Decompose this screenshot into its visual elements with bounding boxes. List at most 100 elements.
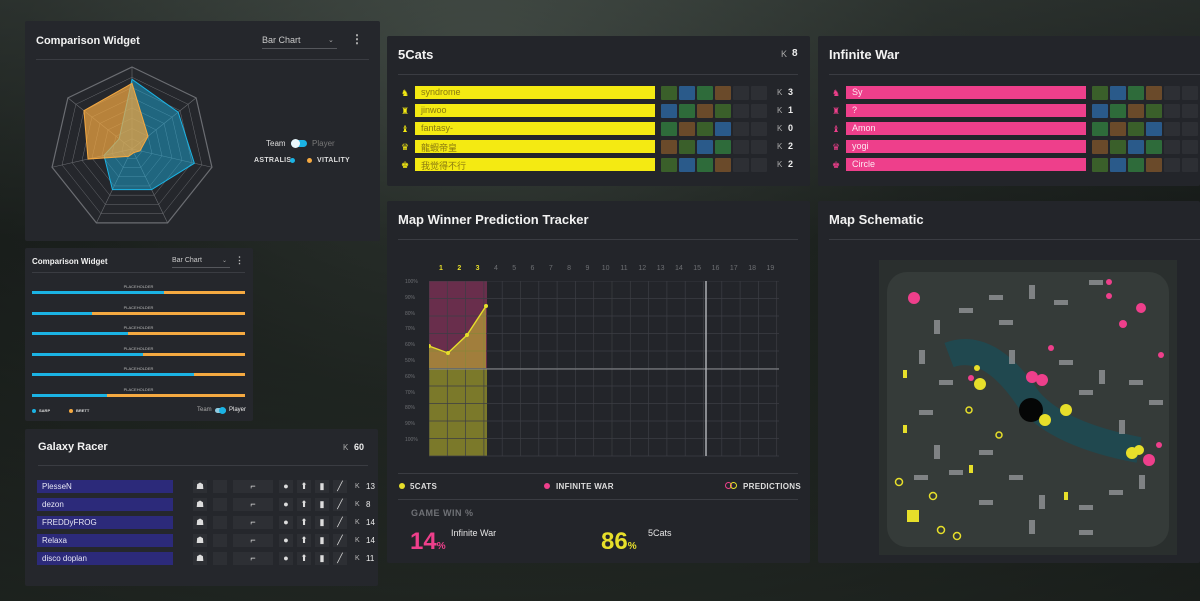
structure-marker: [1048, 345, 1054, 351]
round-label: 19: [766, 265, 775, 272]
building-marker: [1009, 475, 1023, 480]
item-slot: [715, 158, 731, 172]
player-row[interactable]: ♝ Amon: [818, 122, 1200, 136]
bar-label: PLACEHOLDER: [123, 325, 154, 330]
player-name: 我觉得不行: [415, 158, 655, 171]
chevron-down-icon[interactable]: ⌄: [222, 257, 227, 264]
item-slot: [1128, 104, 1144, 118]
structure-marker: [1156, 442, 1162, 448]
divider: [829, 74, 1200, 75]
item-slot: [1146, 122, 1162, 136]
building-marker: [1149, 400, 1163, 405]
item-slot: [715, 140, 731, 154]
player-row[interactable]: ♚ Circle: [818, 158, 1200, 172]
kills-label: K: [355, 483, 360, 490]
item-slot: [751, 140, 767, 154]
armor-icon: ⬆: [297, 516, 311, 529]
legend-sarp: SARP: [39, 408, 51, 413]
item-slot: [1110, 140, 1126, 154]
round-label: 17: [729, 265, 738, 272]
badge-icon: ☗: [193, 516, 207, 529]
percent-label: 100%: [405, 437, 418, 443]
chart-type-select[interactable]: Bar Chart: [172, 257, 202, 264]
structure-marker: [969, 465, 973, 473]
item-slot: [1146, 86, 1162, 100]
player-row[interactable]: ♝ fantasy- K 0: [387, 122, 810, 136]
comparison-bar-fill: [32, 393, 107, 397]
building-marker: [919, 410, 933, 415]
player-row[interactable]: PlesseN ☗ ⌐ ● ⬆ ▮ ╱ K 13: [37, 480, 375, 493]
structure-marker: [1158, 352, 1164, 358]
prediction-point: [484, 304, 488, 308]
comparison-bar: [32, 291, 245, 294]
player-name: Relaxa: [37, 534, 173, 547]
round-label: 3: [475, 265, 480, 272]
player-row[interactable]: ♞ syndrome K 3: [387, 86, 810, 100]
widget-title: Comparison Widget: [36, 35, 140, 47]
percent-label: 70%: [405, 326, 416, 333]
item-slot: [1164, 140, 1180, 154]
divider: [398, 74, 798, 75]
hero-icon: ♜: [400, 106, 410, 116]
percent-label: 80%: [405, 310, 416, 317]
legend-dot-5cats: [399, 483, 405, 489]
structure-marker: [1119, 320, 1127, 328]
player-row[interactable]: FREDDyFROG ☗ ⌐ ● ⬆ ▮ ╱ K 14: [37, 516, 375, 529]
item-slot: [1182, 140, 1198, 154]
structure-marker: [1106, 279, 1112, 285]
game-win-title: GAME WIN %: [411, 508, 474, 518]
player-row[interactable]: ♞ Sy: [818, 86, 1200, 100]
player-row[interactable]: ♜ ?: [818, 104, 1200, 118]
more-vertical-icon[interactable]: ⋮: [235, 255, 244, 266]
chart-type-select[interactable]: Bar Chart: [262, 35, 301, 45]
item-slot: [715, 122, 731, 136]
comparison-bar: [32, 393, 245, 397]
item-slot: [679, 86, 695, 100]
item-slot: [1092, 104, 1108, 118]
item-slot: [1092, 140, 1108, 154]
item-slot: [679, 104, 695, 118]
utility-icon: ▮: [315, 534, 329, 547]
player-row[interactable]: Relaxa ☗ ⌐ ● ⬆ ▮ ╱ K 14: [37, 534, 375, 547]
knife-icon: ╱: [333, 516, 347, 529]
building-marker: [989, 295, 1003, 300]
item-slot: [733, 86, 749, 100]
round-label: 12: [638, 265, 647, 272]
item-slot: [1110, 86, 1126, 100]
badge-icon: ☗: [193, 480, 207, 493]
hero-icon: ♝: [831, 124, 841, 134]
item-slot: [661, 158, 677, 172]
item-slot: [733, 122, 749, 136]
building-marker: [1079, 390, 1093, 395]
building-marker: [939, 380, 953, 385]
percent-label: 60%: [405, 373, 416, 380]
radar-chart: [51, 66, 213, 224]
player-row[interactable]: ♛ yogi: [818, 140, 1200, 154]
player-row[interactable]: ♛ 龍蝦帝皇 K 2: [387, 140, 810, 154]
item-slot: [751, 104, 767, 118]
chevron-down-icon[interactable]: ⌄: [328, 36, 334, 44]
legend-brett: BRETT: [76, 408, 90, 413]
infinite-war-win-pct: 14%: [410, 528, 446, 555]
team-player-toggle[interactable]: [291, 139, 307, 148]
5cats-area: [429, 368, 487, 456]
more-vertical-icon[interactable]: ⋮: [351, 32, 363, 46]
item-slot: [751, 86, 767, 100]
player-row[interactable]: dezon ☗ ⌐ ● ⬆ ▮ ╱ K 8: [37, 498, 370, 511]
team-name: 5Cats: [398, 47, 434, 62]
building-marker: [934, 320, 940, 334]
building-marker: [1009, 350, 1015, 364]
player-row[interactable]: ♚ 我觉得不行 K 2: [387, 158, 810, 172]
player-row[interactable]: disco doplan ☗ ⌐ ● ⬆ ▮ ╱ K 11: [37, 552, 374, 565]
item-slot: [1182, 86, 1198, 100]
ancient-marker: [1136, 303, 1146, 313]
legend-dot-infinite-war: [544, 483, 550, 489]
toggle-right-label: Player: [312, 139, 335, 148]
building-marker: [934, 445, 940, 459]
divider: [398, 239, 798, 240]
hero-marker: [974, 378, 986, 390]
player-row[interactable]: ♜ jinwoo K 1: [387, 104, 810, 118]
item-slot: [697, 158, 713, 172]
team-player-toggle[interactable]: [215, 407, 226, 414]
badge-icon: ☗: [193, 552, 207, 565]
